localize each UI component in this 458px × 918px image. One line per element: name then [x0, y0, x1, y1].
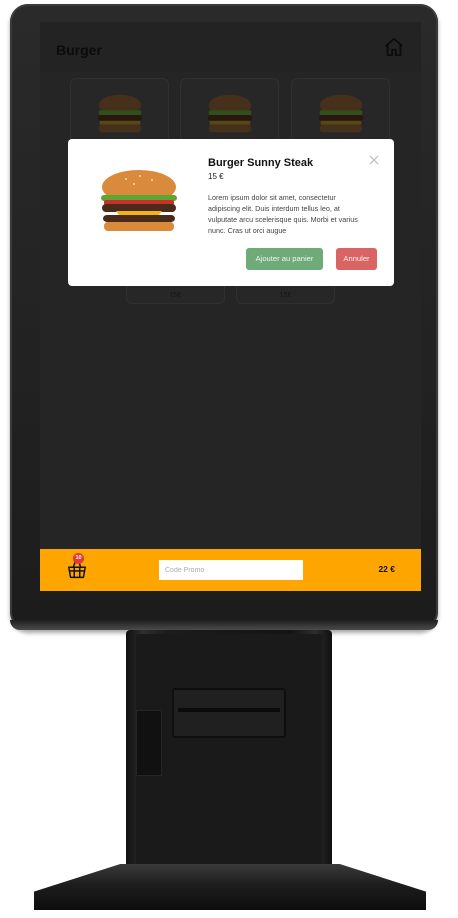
- promo-code-input[interactable]: [159, 560, 303, 580]
- modal-overlay[interactable]: [40, 22, 421, 591]
- receipt-printer-slot: [172, 688, 286, 738]
- kiosk-base: [34, 864, 426, 910]
- product-modal: Burger Sunny Steak 15 € Lorem ipsum dolo…: [68, 139, 394, 286]
- modal-description: Lorem ipsum dolor sit amet, consectetur …: [208, 193, 358, 235]
- modal-title: Burger Sunny Steak: [208, 157, 314, 169]
- modal-close-button[interactable]: [368, 153, 380, 165]
- cancel-button[interactable]: Annuler: [336, 248, 377, 270]
- add-to-cart-button[interactable]: Ajouter au panier: [246, 248, 323, 270]
- bottom-bar: 10 22 €: [40, 549, 421, 591]
- basket-count-badge: 10: [73, 553, 84, 564]
- close-icon: [369, 155, 379, 165]
- kiosk-stand-body: [136, 634, 322, 866]
- total-price: 22 €: [378, 564, 395, 574]
- stand-side-panel: [136, 710, 162, 776]
- modal-price: 15 €: [208, 172, 224, 181]
- kiosk-screen: Burger 15€ 15€ Burger Sunny Steak 15 € L…: [40, 22, 421, 591]
- burger-image: [101, 170, 177, 231]
